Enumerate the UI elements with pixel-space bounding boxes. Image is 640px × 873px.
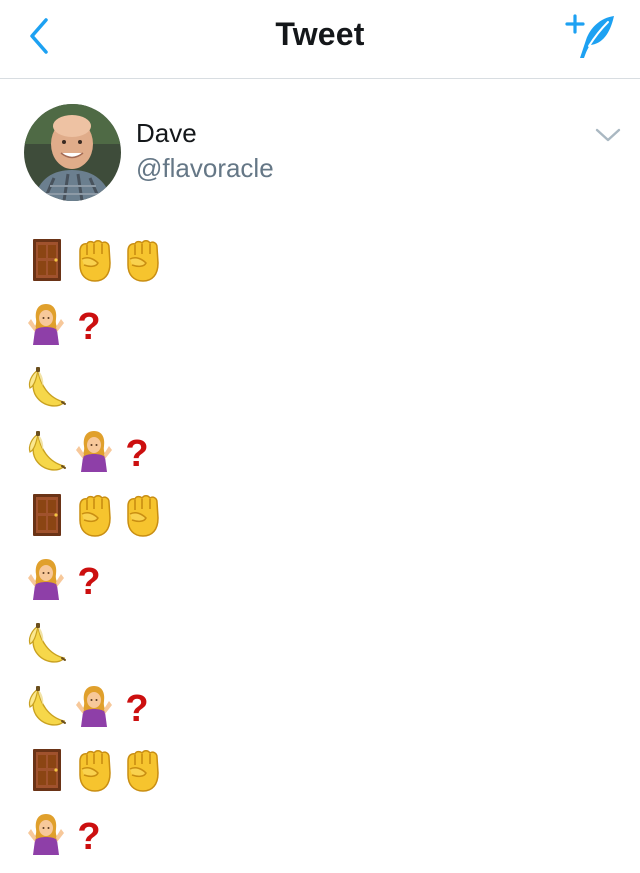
tweet-line bbox=[26, 675, 616, 739]
author-display-name[interactable]: Dave bbox=[136, 118, 197, 149]
tweet-line bbox=[26, 356, 616, 420]
raised-fist-icon bbox=[74, 492, 116, 538]
banana-icon bbox=[26, 364, 68, 410]
banana-icon bbox=[26, 620, 68, 666]
tweet-line bbox=[26, 483, 616, 547]
banana-icon bbox=[26, 428, 68, 474]
tweet-author: Dave @flavoracle bbox=[0, 80, 640, 210]
person-shrugging-icon bbox=[26, 811, 68, 857]
top-bar: Tweet bbox=[0, 0, 640, 79]
person-shrugging-icon bbox=[26, 556, 68, 602]
tweet-line bbox=[26, 802, 616, 866]
tweet-text bbox=[26, 228, 616, 866]
person-shrugging-icon bbox=[74, 683, 116, 729]
person-shrugging-icon bbox=[26, 301, 68, 347]
compose-tweet-icon bbox=[565, 14, 614, 58]
tweet-menu-button[interactable] bbox=[592, 124, 624, 146]
door-icon bbox=[26, 747, 68, 793]
raised-fist-icon bbox=[74, 747, 116, 793]
door-icon bbox=[26, 492, 68, 538]
author-handle[interactable]: @flavoracle bbox=[136, 153, 274, 184]
person-shrugging-icon bbox=[74, 428, 116, 474]
chevron-down-icon bbox=[595, 128, 621, 142]
question-mark-icon bbox=[74, 301, 104, 347]
tweet-line bbox=[26, 292, 616, 356]
raised-fist-icon bbox=[74, 237, 116, 283]
raised-fist-icon bbox=[122, 492, 164, 538]
compose-tweet-button[interactable] bbox=[562, 10, 620, 62]
raised-fist-icon bbox=[122, 747, 164, 793]
question-mark-icon bbox=[122, 428, 152, 474]
page-title: Tweet bbox=[275, 16, 365, 52]
raised-fist-icon bbox=[122, 237, 164, 283]
question-mark-icon bbox=[122, 683, 152, 729]
tweet-line bbox=[26, 419, 616, 483]
tweet-line bbox=[26, 228, 616, 292]
banana-icon bbox=[26, 683, 68, 729]
avatar[interactable] bbox=[24, 104, 121, 201]
door-icon bbox=[26, 237, 68, 283]
tweet-line bbox=[26, 738, 616, 802]
tweet-line bbox=[26, 547, 616, 611]
question-mark-icon bbox=[74, 811, 104, 857]
question-mark-icon bbox=[74, 556, 104, 602]
tweet-line bbox=[26, 611, 616, 675]
